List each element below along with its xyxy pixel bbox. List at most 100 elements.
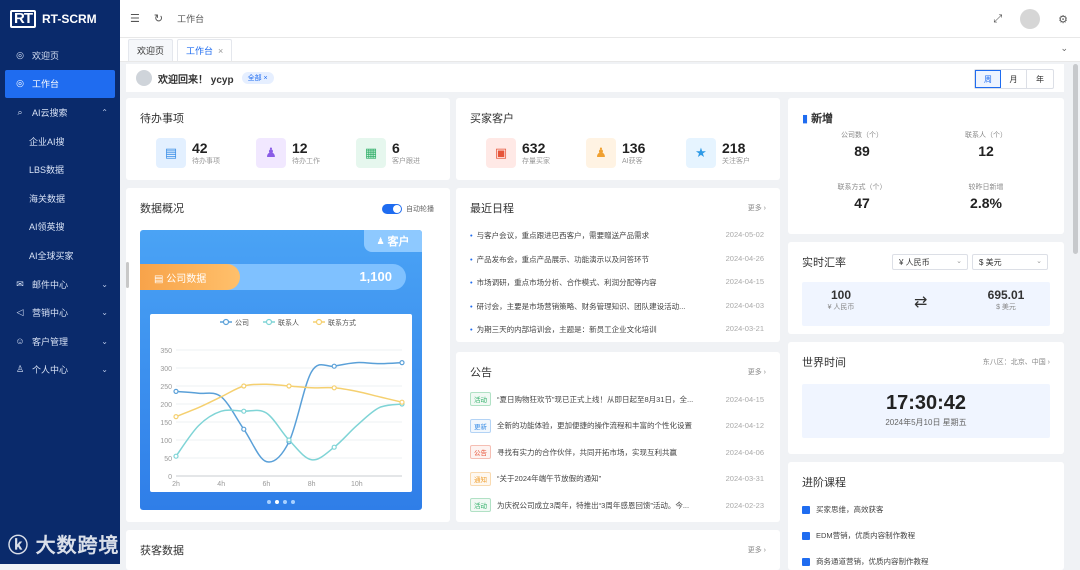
sidebar-item-linkedin[interactable]: AI领英搜 [0,213,120,242]
schedule-text: 为期三天的内部培训会，主题是：新员工企业文化培训 [476,325,657,334]
sidebar-item-enterprise-ai[interactable]: 企业AI搜 [0,127,120,156]
stat-stock-buyers[interactable]: ▣ 632 存量买家 [486,138,550,168]
more-link[interactable]: 更多 › [748,203,766,213]
schedule-item[interactable]: • 产品发布会，重点产品展示、功能演示以及问答环节 2024-04-26 [470,254,764,265]
data-point [286,383,292,389]
bullet-icon: • [470,325,473,334]
stat-followup[interactable]: ▦ 6 客户跟进 [356,138,420,168]
stat-todo[interactable]: ▤ 42 待办事项 [156,138,220,168]
refresh-icon[interactable]: ↻ [154,12,163,25]
carousel-dot[interactable] [275,500,279,504]
notice-text: 寻找有实力的合作伙伴，共同开拓市场，实现互利共赢 [497,447,677,457]
page-scrollbar[interactable] [1073,64,1078,254]
carousel-dot[interactable] [283,500,287,504]
notice-tag: 公告 [470,445,491,459]
schedule-text: 产品发布会，重点产品展示、功能演示以及问答环节 [476,254,650,264]
menu-toggle-icon[interactable]: ☰ [130,12,140,25]
stat-label: 关注客户 [722,157,750,165]
sidebar-item-label: LBS数据 [29,165,65,176]
panel-scrollbar[interactable] [126,262,129,288]
chevron-down-icon: ⌄ [1036,258,1042,265]
stat-value: 6 [392,139,400,156]
period-month[interactable]: 月 [1001,70,1027,88]
new-stat-label: 公司数（个） [841,132,883,139]
notice-item[interactable]: 更新 全新的功能体验，更加便捷的操作流程和丰富的个性化设置 2024-04-12 [470,418,764,433]
course-item[interactable]: 买家思维，高效获客 [802,504,1050,515]
bullet-icon: • [470,254,473,264]
sidebar-item-label: AI云搜索 [32,107,68,118]
avatar[interactable] [1020,9,1041,29]
notice-item[interactable]: 活动 “夏日购物狂欢节”现已正式上线！从即日起至8月31日，全... 2024-04… [470,392,764,406]
sidebar-item-ai-search[interactable]: ⌕ AI云搜索 ⌃ [0,98,120,127]
schedule-item[interactable]: • 为期三天的内部培训会，主题是：新员工企业文化培训 2024-03-21 [470,324,764,335]
sidebar-item-customers[interactable]: ☺ 客户管理 ⌄ [0,327,120,356]
carousel-dot[interactable] [291,500,295,504]
customer-tag[interactable]: ♟ 客户 [364,230,422,252]
sidebar-item-customs[interactable]: 海关数据 [0,184,120,213]
clock-box: 17:30:42 2024年5月10日 星期五 [802,384,1050,438]
y-tick-label: 150 [160,420,172,427]
currency-to-select[interactable]: $ 美元 ⌄ [972,254,1048,270]
y-tick-label: 250 [160,384,172,391]
sidebar-item-lbs[interactable]: LBS数据 [0,155,120,184]
course-item[interactable]: 商务通道营销，优质内容制作教程 [802,556,1050,567]
data-point [331,385,337,391]
notice-item[interactable]: 通知 “关于2024年端午节放假的通知” 2024-03-31 [470,471,764,486]
chevron-down-icon[interactable]: ⌄ [1060,43,1068,54]
autoplay-label: 自动轮播 [406,206,434,213]
new-stat-label: 较昨日新增 [968,184,1004,191]
timezone-link[interactable]: 东八区：北京、中国 › [983,357,1050,367]
schedule-item[interactable]: • 市场调研，重点市场分析、合作模式、利润分配等内容 2024-04-15 [470,277,764,288]
stat-value: 12 [292,139,308,156]
chevron-down-icon: ⌄ [101,336,108,346]
schedule-item[interactable]: • 与客户会议，重点跟进巴西客户，需要赠送产品需求 2024-05-02 [470,230,764,241]
schedule-text: 市场调研，重点市场分析、合作模式、利润分配等内容 [476,278,657,287]
bar-chart-icon: ▮ [802,113,809,125]
notice-item[interactable]: 活动 为庆祝公司成立3周年，特推出“3周年感恩回馈”活动。今... 2024-02-… [470,498,764,512]
stat-tasks[interactable]: ♟ 12 待办工作 [256,138,320,168]
x-tick-label: 2h [172,481,180,488]
currency-from-select[interactable]: ¥ 人民币 ⌄ [892,254,968,270]
notice-text: “关于2024年端午节放假的通知” [497,474,602,483]
tab-workbench[interactable]: 工作台 × [177,39,233,61]
stat-ai-acquired[interactable]: ♟ 136 AI获客 [586,138,645,168]
sidebar-item-marketing[interactable]: ◁ 营销中心 ⌄ [0,298,120,327]
sidebar-item-global-buyers[interactable]: AI全球买家 [0,241,120,270]
breadcrumb: 工作台 [177,14,205,24]
stat-label: AI获客 [622,157,643,165]
schedule-item[interactable]: • 研讨会，主要是市场营销策略、财务管理知识、团队建设活动... 2024-04-0… [470,301,764,312]
data-point [241,383,247,389]
sidebar-item-personal[interactable]: ♙ 个人中心 ⌄ [0,356,120,385]
sidebar-item-label: 营销中心 [32,308,69,319]
swap-icon[interactable]: ⇄ [914,292,927,312]
more-link[interactable]: 更多 › [748,367,766,377]
stat-followed[interactable]: ★ 218 关注客户 [686,138,750,168]
period-year[interactable]: 年 [1027,70,1053,88]
sidebar-item-welcome[interactable]: ◎ 欢迎页 [0,41,120,70]
filter-pill[interactable]: 全部 × [241,72,274,84]
close-icon[interactable]: × [218,46,223,56]
legend-marker [315,318,323,326]
todo-card: 待办事项 ▤ 42 待办事项 ♟ 12 待办工作 ▦ 6 客户跟进 [126,98,450,180]
overview-panel: ♟ 客户 ▤ 公司数据 1,100 0 50 100 150 200 250 300 350 2h… [140,230,422,510]
fullscreen-icon[interactable]: ⤢ [993,13,1002,26]
course-icon [802,557,810,566]
new-stat-value: 89 [854,143,870,159]
y-tick-label: 50 [164,456,172,463]
tab-welcome[interactable]: 欢迎页 [128,39,174,61]
sidebar-item-label: 企业AI搜 [29,136,65,147]
y-tick-label: 350 [160,348,172,355]
carousel-dots [140,500,422,504]
brand-logo[interactable]: RT RT-SCRM [0,0,120,38]
sidebar-item-mail[interactable]: ✉ 邮件中心 ⌄ [0,270,120,299]
new-stat-value: 47 [854,195,870,211]
period-week[interactable]: 周 [975,70,1001,88]
more-link[interactable]: 更多 › [748,545,766,555]
stat-label: 客户跟进 [392,157,420,165]
course-item[interactable]: EDM营销，优质内容制作教程 [802,530,1050,541]
notice-item[interactable]: 公告 寻找有实力的合作伙伴，共同开拓市场，实现互利共赢 2024-04-06 [470,445,764,459]
gear-icon[interactable]: ⚙ [1058,13,1068,26]
carousel-dot[interactable] [267,500,271,504]
sidebar-item-workbench[interactable]: ◎ 工作台 [5,69,115,99]
autoplay-toggle[interactable] [382,204,402,214]
